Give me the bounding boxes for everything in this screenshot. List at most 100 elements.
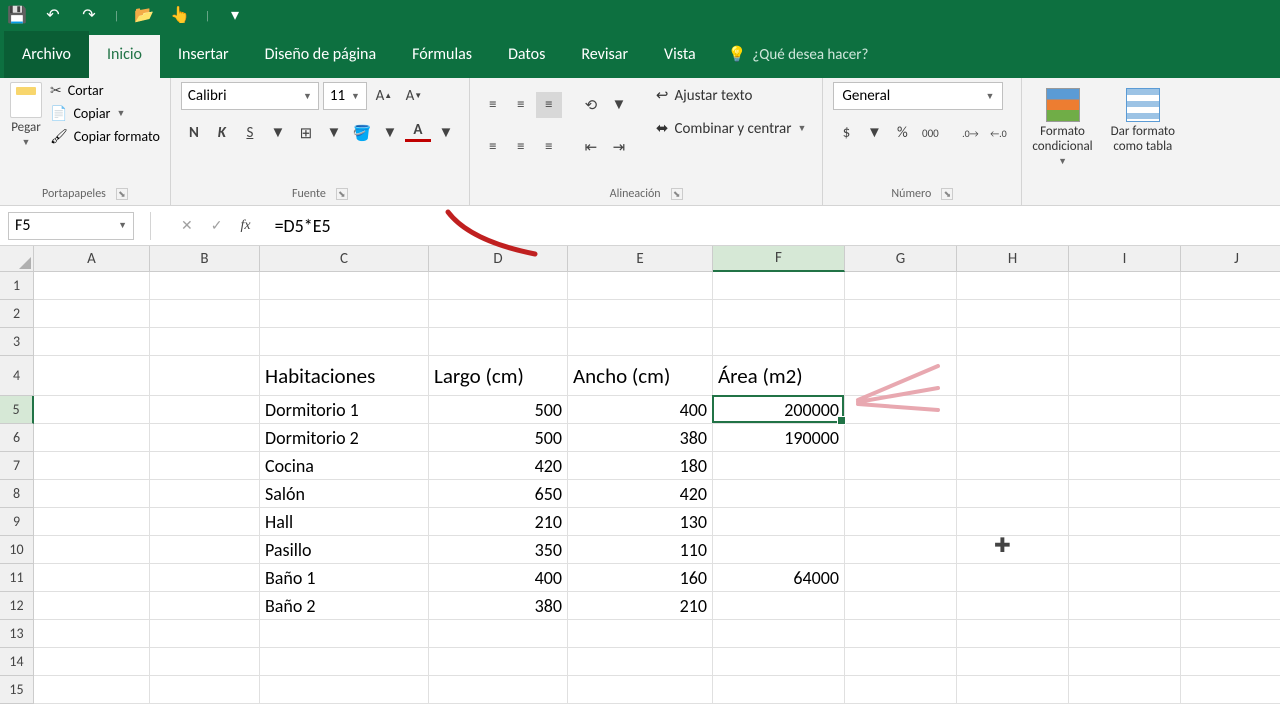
cell-J15[interactable] [1181,676,1280,704]
cell-H15[interactable] [957,676,1069,704]
cell-B14[interactable] [150,648,260,676]
cell-I7[interactable] [1069,452,1181,480]
cell-D4[interactable]: Largo (cm) [429,356,568,396]
undo-icon[interactable]: ↶ [42,4,64,26]
cell-F8[interactable] [713,480,845,508]
cell-C9[interactable]: Hall [260,508,429,536]
chevron-down-icon[interactable]: ▼ [861,120,887,146]
cell-B8[interactable] [150,480,260,508]
column-header-F[interactable]: F [713,246,845,272]
row-header-12[interactable]: 12 [0,592,34,620]
column-header-J[interactable]: J [1181,246,1280,272]
cell-C5[interactable]: Dormitorio 1 [260,396,429,424]
redo-icon[interactable]: ↷ [78,4,100,26]
cell-E5[interactable]: 400 [568,396,713,424]
cell-A4[interactable] [34,356,150,396]
decrease-decimal-button[interactable]: ←.0 [985,120,1011,146]
cell-D8[interactable]: 650 [429,480,568,508]
font-size-select[interactable]: 11▼ [323,82,367,110]
tab-review[interactable]: Revisar [563,35,646,78]
cell-A12[interactable] [34,592,150,620]
cell-I14[interactable] [1069,648,1181,676]
valign-bottom-button[interactable]: ≡ [536,92,562,118]
borders-button[interactable]: ⊞ [293,120,319,146]
formula-input[interactable]: =D5*E5 [265,215,1280,237]
cell-G15[interactable] [845,676,957,704]
align-center-button[interactable]: ≡ [508,134,534,160]
cell-J8[interactable] [1181,480,1280,508]
cell-F7[interactable] [713,452,845,480]
open-icon[interactable]: 📂 [133,4,155,26]
cell-J13[interactable] [1181,620,1280,648]
column-header-A[interactable]: A [34,246,150,272]
cell-E2[interactable] [568,300,713,328]
accept-formula-icon[interactable]: ✓ [211,217,223,234]
cell-B13[interactable] [150,620,260,648]
row-header-15[interactable]: 15 [0,676,34,704]
row-header-13[interactable]: 13 [0,620,34,648]
font-name-select[interactable]: Calibri▼ [181,82,319,110]
row-header-7[interactable]: 7 [0,452,34,480]
cell-B1[interactable] [150,272,260,300]
cell-F10[interactable] [713,536,845,564]
cell-H3[interactable] [957,328,1069,356]
cell-C1[interactable] [260,272,429,300]
cell-B7[interactable] [150,452,260,480]
column-header-G[interactable]: G [845,246,957,272]
cell-I9[interactable] [1069,508,1181,536]
cell-I15[interactable] [1069,676,1181,704]
cell-E15[interactable] [568,676,713,704]
cell-I11[interactable] [1069,564,1181,592]
bold-button[interactable]: N [181,120,207,146]
cell-A7[interactable] [34,452,150,480]
cell-C14[interactable] [260,648,429,676]
cell-C2[interactable] [260,300,429,328]
cell-E8[interactable]: 420 [568,480,713,508]
comma-format-button[interactable]: 000 [917,120,943,146]
cell-E14[interactable] [568,648,713,676]
row-header-8[interactable]: 8 [0,480,34,508]
cell-B11[interactable] [150,564,260,592]
cell-H11[interactable] [957,564,1069,592]
cell-H5[interactable] [957,396,1069,424]
cell-A11[interactable] [34,564,150,592]
cell-H8[interactable] [957,480,1069,508]
cell-G12[interactable] [845,592,957,620]
column-header-B[interactable]: B [150,246,260,272]
underline-button[interactable]: S [237,120,263,146]
align-right-button[interactable]: ≡ [536,134,562,160]
merge-center-button[interactable]: ⬌Combinar y centrar▼ [650,115,813,142]
cell-A1[interactable] [34,272,150,300]
cell-G8[interactable] [845,480,957,508]
cell-A6[interactable] [34,424,150,452]
cell-C13[interactable] [260,620,429,648]
cell-D10[interactable]: 350 [429,536,568,564]
cell-H6[interactable] [957,424,1069,452]
align-left-button[interactable]: ≡ [480,134,506,160]
row-header-2[interactable]: 2 [0,300,34,328]
cell-A8[interactable] [34,480,150,508]
cell-B5[interactable] [150,396,260,424]
cell-I5[interactable] [1069,396,1181,424]
cell-G7[interactable] [845,452,957,480]
conditional-formatting-button[interactable]: Formato condicional▼ [1032,88,1092,167]
cells-grid[interactable]: HabitacionesLargo (cm)Ancho (cm)Área (m2… [34,272,1280,704]
cell-F9[interactable] [713,508,845,536]
cell-F5[interactable]: 200000 [713,396,845,424]
cell-E4[interactable]: Ancho (cm) [568,356,713,396]
column-header-E[interactable]: E [568,246,713,272]
row-header-14[interactable]: 14 [0,648,34,676]
cell-E9[interactable]: 130 [568,508,713,536]
increase-indent-button[interactable]: ⇥ [606,134,632,160]
row-header-5[interactable]: 5 [0,396,34,424]
cell-B6[interactable] [150,424,260,452]
column-header-H[interactable]: H [957,246,1069,272]
chevron-down-icon[interactable]: ▼ [265,120,291,146]
cell-A5[interactable] [34,396,150,424]
cell-E3[interactable] [568,328,713,356]
cell-I8[interactable] [1069,480,1181,508]
cell-A14[interactable] [34,648,150,676]
cell-A2[interactable] [34,300,150,328]
tell-me-search[interactable]: 💡 ¿Qué desea hacer? [714,45,883,78]
tab-formulas[interactable]: Fórmulas [394,35,490,78]
